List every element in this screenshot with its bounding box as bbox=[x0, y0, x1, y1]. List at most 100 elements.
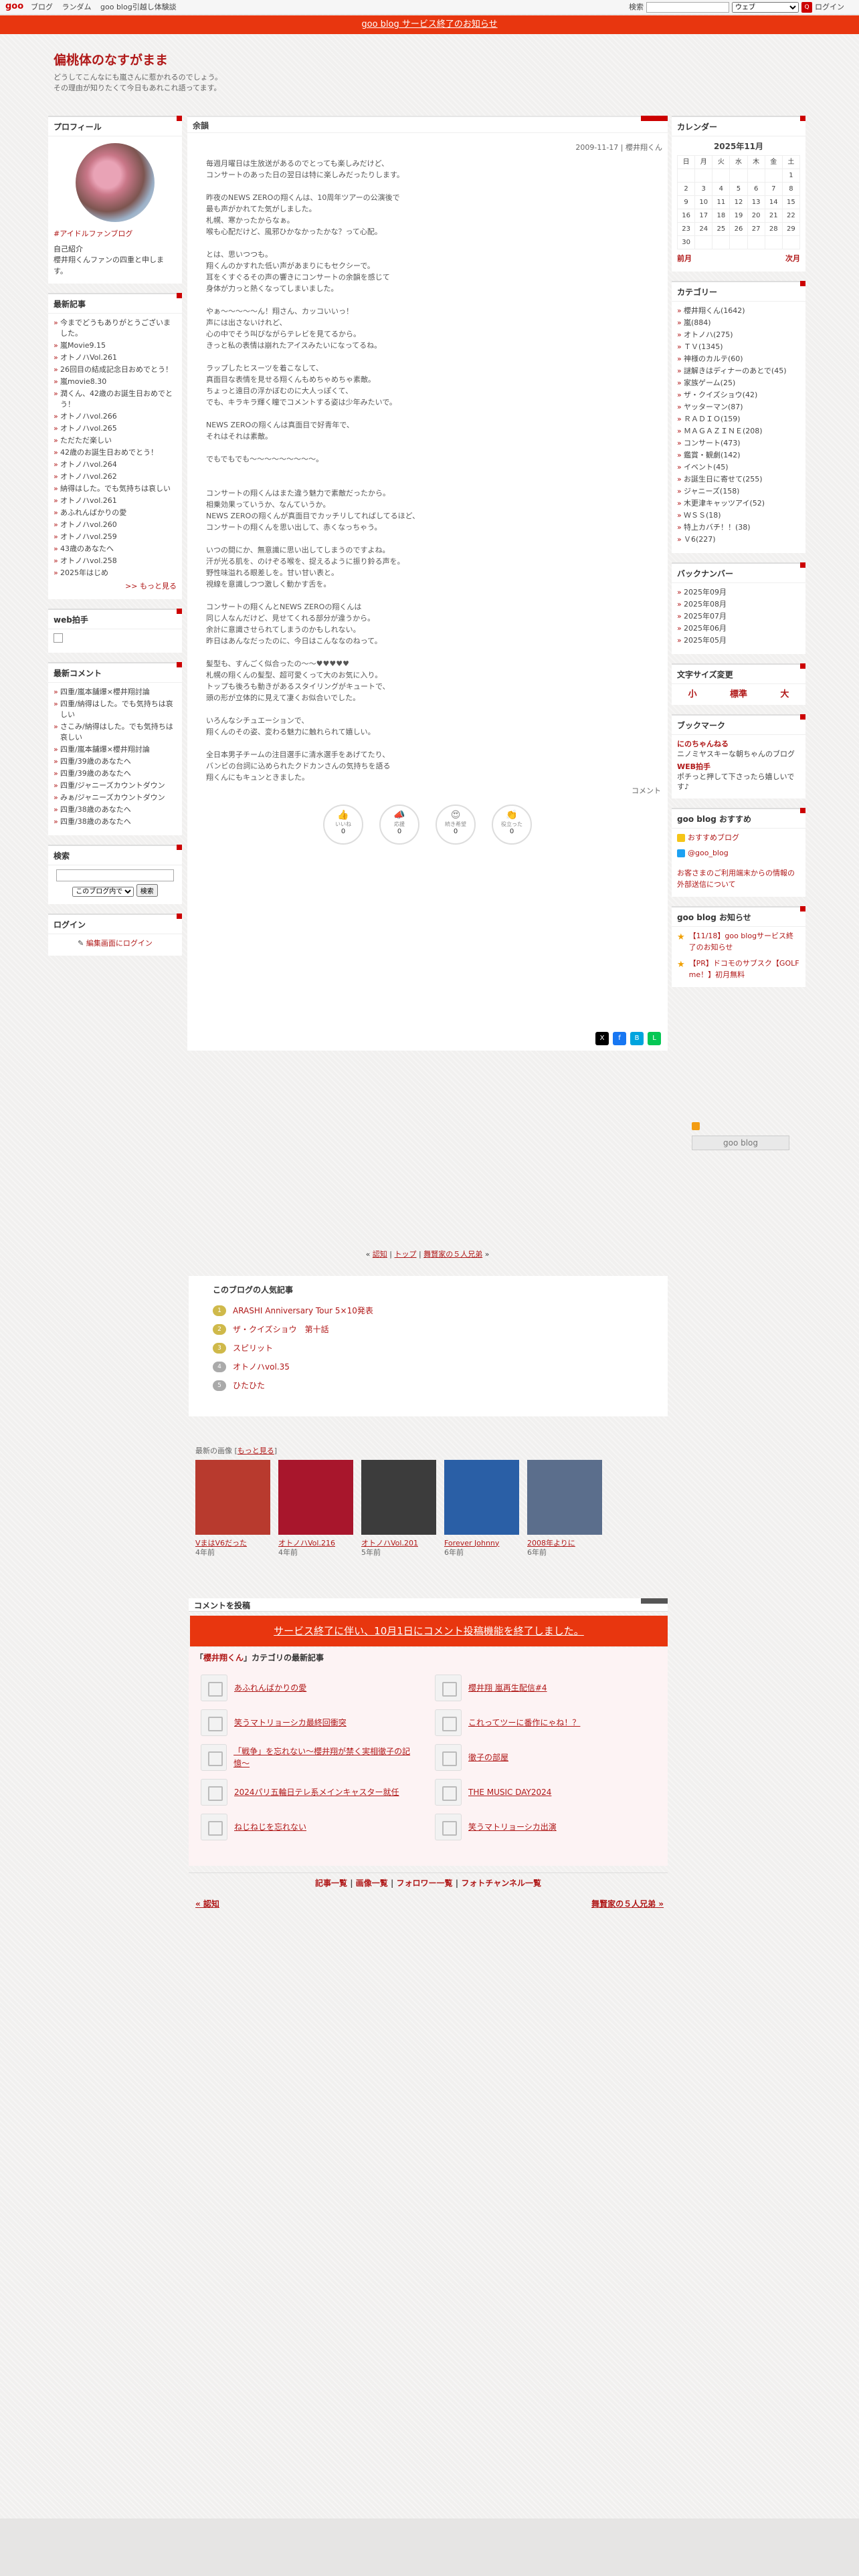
category-latest-link[interactable]: 2024パリ五輪日テレ系メインキャスター就任 bbox=[234, 1786, 399, 1798]
reaction-button[interactable]: 👍 いいね 0 bbox=[323, 804, 363, 845]
category-item[interactable]: ＴＶ(1345) bbox=[677, 342, 800, 352]
recent-post-item[interactable]: オトノハvol.266 bbox=[54, 411, 177, 422]
bottom-prev-link[interactable]: « 認知 bbox=[195, 1898, 219, 1910]
recent-post-item[interactable]: あふれんばかりの愛 bbox=[54, 508, 177, 518]
latest-image-title[interactable]: VまはV6だった bbox=[195, 1539, 247, 1547]
category-latest-link[interactable]: 笑うマトリョーシカ出演 bbox=[468, 1821, 557, 1833]
category-item[interactable]: ＭＡＧＡＺＩＮＥ(208) bbox=[677, 426, 800, 437]
hatena-share-icon[interactable]: B bbox=[630, 1032, 644, 1045]
search-scope-select[interactable]: ウェブ bbox=[732, 2, 799, 13]
category-item[interactable]: 家族ゲーム(25) bbox=[677, 378, 800, 389]
avatar[interactable] bbox=[76, 143, 155, 222]
category-item[interactable]: ヤッターマン(87) bbox=[677, 402, 800, 413]
no-image-icon[interactable] bbox=[201, 1709, 227, 1736]
recent-comment-item[interactable]: 四重/38歳のあなたへ bbox=[54, 804, 177, 815]
reaction-button[interactable]: 👏 役立った 0 bbox=[492, 804, 532, 845]
recent-post-item[interactable]: ただただ楽しい bbox=[54, 435, 177, 446]
popular-link[interactable]: ザ・クイズショウ 第十話 bbox=[233, 1325, 329, 1334]
latest-image-item[interactable]: オトノハVol.216 4年前 bbox=[278, 1459, 353, 1558]
recent-post-item[interactable]: 納得はした。でも気持ちは哀しい bbox=[54, 484, 177, 494]
topnav-migration[interactable]: goo blog引越し体験談 bbox=[100, 3, 177, 11]
recent-post-item[interactable]: オトノハvol.259 bbox=[54, 532, 177, 542]
webclap-image-icon[interactable] bbox=[54, 633, 63, 643]
recent-post-item[interactable]: 嵐Movie9.15 bbox=[54, 340, 177, 351]
latest-image-item[interactable]: VまはV6だった 4年前 bbox=[195, 1459, 270, 1558]
category-latest-link[interactable]: 「戦争」を忘れない〜櫻井翔が禁く実相徹子の記憶〜 bbox=[233, 1745, 421, 1769]
recent-post-item[interactable]: 今までどうもありがとうございました。 bbox=[54, 318, 177, 339]
service-end-link[interactable]: goo blog サービス終了のお知らせ bbox=[361, 19, 497, 29]
recent-post-item[interactable]: オトノハvol.258 bbox=[54, 556, 177, 566]
recent-post-item[interactable]: オトノハvol.265 bbox=[54, 423, 177, 434]
backnumber-item[interactable]: 2025年07月 bbox=[677, 611, 800, 622]
recent-post-item[interactable]: 2025年はじめ bbox=[54, 568, 177, 578]
latest-image-title[interactable]: 2008年よりに bbox=[527, 1539, 575, 1547]
category-latest-link[interactable]: ねじねじを忘れない bbox=[234, 1821, 306, 1833]
category-item[interactable]: コンサート(473) bbox=[677, 438, 800, 449]
reaction-button[interactable]: 📣 応援 0 bbox=[379, 804, 419, 845]
popular-link[interactable]: ひたひた bbox=[233, 1381, 265, 1390]
recent-post-item[interactable]: オトノハvol.261 bbox=[54, 496, 177, 506]
list-photochannel-link[interactable]: フォトチャンネル一覧 bbox=[461, 1879, 541, 1888]
latest-image-title[interactable]: オトノハVol.201 bbox=[361, 1539, 418, 1547]
calendar-prev-link[interactable]: 前月 bbox=[677, 253, 692, 265]
category-item[interactable]: オトノハ(275) bbox=[677, 330, 800, 340]
no-image-icon[interactable] bbox=[435, 1675, 462, 1701]
bottom-next-link[interactable]: 舞賢家の５人兄弟 » bbox=[591, 1898, 664, 1910]
blog-title[interactable]: 偏桃体のなすがまま bbox=[54, 51, 168, 70]
latest-image-item[interactable]: オトノハVol.201 5年前 bbox=[361, 1459, 436, 1558]
recent-comment-item[interactable]: さこみ/納得はした。でも気持ちは哀しい bbox=[54, 722, 177, 743]
latest-image-item[interactable]: 2008年よりに 6年前 bbox=[527, 1459, 602, 1558]
bookmark-2-link[interactable]: WEB拍手 bbox=[677, 762, 800, 772]
recent-post-item[interactable]: 42歳のお誕生日おめでとう！ bbox=[54, 447, 177, 458]
calendar-next-link[interactable]: 次月 bbox=[785, 253, 800, 265]
category-item[interactable]: ジャニーズ(158) bbox=[677, 486, 800, 497]
login-link[interactable]: ログイン bbox=[815, 2, 844, 13]
search-input[interactable] bbox=[646, 2, 729, 13]
recent-comment-item[interactable]: 四重/納得はした。でも気持ちは哀しい bbox=[54, 699, 177, 720]
reaction-button[interactable]: 😍 続き希望 0 bbox=[436, 804, 476, 845]
no-image-icon[interactable] bbox=[435, 1779, 462, 1806]
no-image-icon[interactable] bbox=[435, 1814, 462, 1840]
recent-comment-item[interactable]: 四重/嵐本舗爆×櫻井翔討論 bbox=[54, 687, 177, 697]
search-icon[interactable]: Q bbox=[801, 2, 812, 13]
list-images-link[interactable]: 画像一覧 bbox=[356, 1879, 388, 1888]
recent-comment-item[interactable]: 四重/38歳のあなたへ bbox=[54, 817, 177, 827]
category-item[interactable]: 鑑賞・観劇(142) bbox=[677, 450, 800, 461]
admin-login-link[interactable]: 編集画面にログイン bbox=[86, 939, 153, 948]
goo-blog-x-link[interactable]: @goo_blog bbox=[688, 849, 729, 857]
recent-post-item[interactable]: 潤くん、42歳のお誕生日おめでとう！ bbox=[54, 389, 177, 410]
category-item[interactable]: 木更津キャッツアイ(52) bbox=[677, 498, 800, 509]
goo-blog-badge[interactable]: goo blog bbox=[692, 1136, 789, 1150]
thumbnail-image[interactable] bbox=[278, 1459, 353, 1535]
recent-post-item[interactable]: オトノハvol.260 bbox=[54, 520, 177, 530]
no-image-icon[interactable] bbox=[435, 1744, 462, 1771]
topnav-random[interactable]: ランダム bbox=[62, 3, 92, 11]
recent-post-item[interactable]: オトノハVol.261 bbox=[54, 352, 177, 363]
category-item[interactable]: 特上カバチ！！(38) bbox=[677, 522, 800, 533]
category-item[interactable]: 神様のカルテ(60) bbox=[677, 354, 800, 364]
category-latest-link[interactable]: これってツーに番作にゃね！？ bbox=[468, 1717, 580, 1729]
latest-image-title[interactable]: オトノハVol.216 bbox=[278, 1539, 335, 1547]
bookmark-1-link[interactable]: にのちゃんねる bbox=[677, 740, 729, 748]
blog-search-input[interactable] bbox=[56, 869, 174, 881]
line-share-icon[interactable]: L bbox=[648, 1032, 661, 1045]
blog-search-scope[interactable]: このブログ内で bbox=[72, 887, 134, 897]
textsize-standard[interactable]: 標準 bbox=[730, 688, 747, 702]
recent-post-item[interactable]: オトノハvol.262 bbox=[54, 471, 177, 482]
category-latest-link[interactable]: 徹子の部屋 bbox=[468, 1751, 508, 1763]
textsize-large[interactable]: 大 bbox=[780, 688, 789, 702]
article-comment-link[interactable]: コメント bbox=[187, 783, 668, 800]
latest-image-item[interactable]: Forever Johnny 6年前 bbox=[444, 1459, 519, 1558]
popular-link[interactable]: スピリット bbox=[233, 1344, 273, 1353]
no-image-icon[interactable] bbox=[201, 1744, 227, 1771]
recent-comment-item[interactable]: 四重/39歳のあなたへ bbox=[54, 768, 177, 779]
backnumber-item[interactable]: 2025年06月 bbox=[677, 623, 800, 634]
backnumber-item[interactable]: 2025年08月 bbox=[677, 599, 800, 610]
pager-next[interactable]: 舞賢家の５人兄弟 bbox=[423, 1250, 482, 1259]
recent-post-item[interactable]: 嵐movie8.30 bbox=[54, 377, 177, 387]
comment-closed-link[interactable]: サービス終了に伴い、10月1日にコメント投稿機能を終了しました。 bbox=[274, 1625, 584, 1637]
rss-icon[interactable] bbox=[692, 1122, 700, 1130]
goo-info-1-link[interactable]: 【11/18】goo blogサービス終了のお知らせ bbox=[689, 931, 800, 953]
cat-title-link[interactable]: 櫻井翔くん bbox=[203, 1653, 244, 1662]
thumbnail-image[interactable] bbox=[444, 1459, 519, 1535]
